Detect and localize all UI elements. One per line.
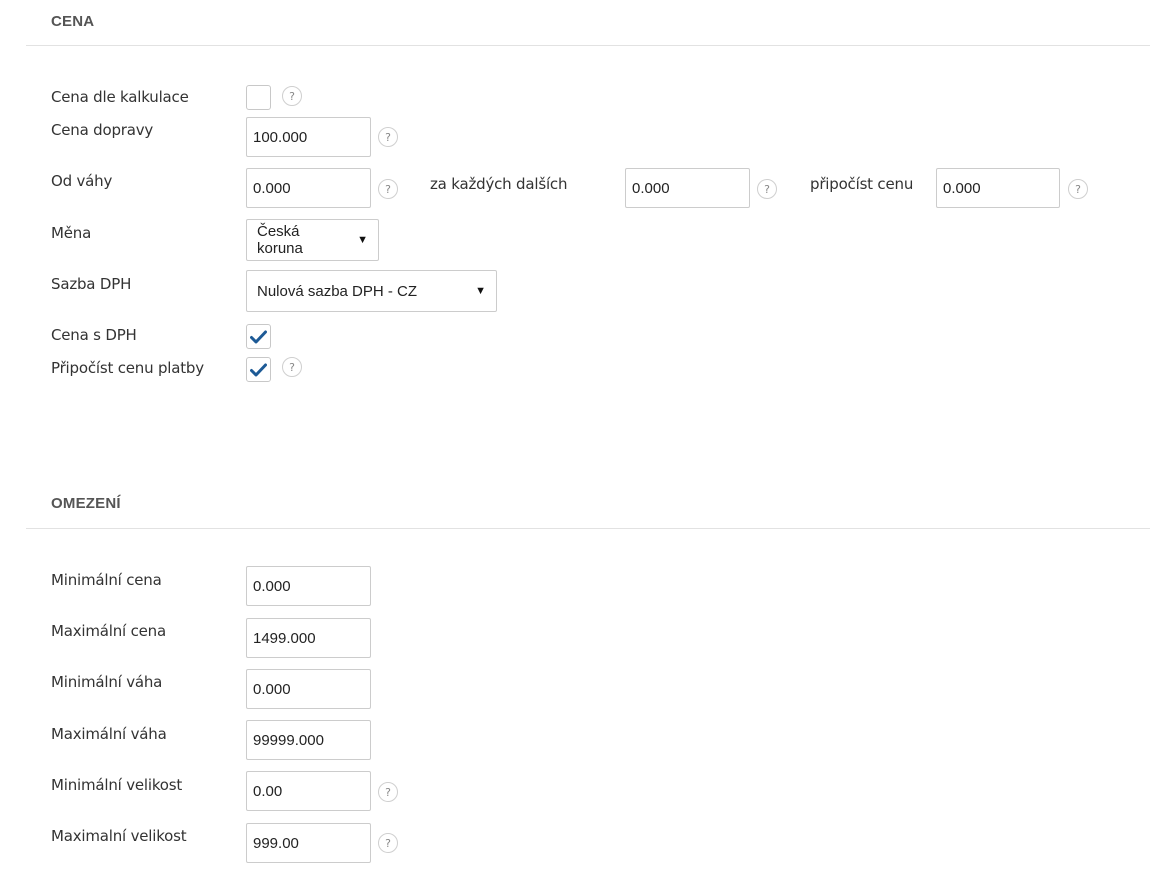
help-icon[interactable]: ? [378,833,398,853]
calc-price-label: Cena dle kalkulace [51,88,189,106]
max-price-input[interactable] [246,618,371,658]
currency-label: Měna [51,224,92,242]
max-size-input[interactable] [246,823,371,863]
max-weight-input[interactable] [246,720,371,760]
min-price-label: Minimální cena [51,571,162,589]
chevron-down-icon: ▼ [357,234,368,246]
add-payment-price-checkbox[interactable] [246,357,271,382]
price-with-vat-label: Cena s DPH [51,326,137,344]
shipping-price-label: Cena dopravy [51,121,154,139]
max-weight-label: Maximální váha [51,725,167,743]
currency-select-value: Česká koruna [257,223,303,257]
help-icon[interactable]: ? [378,127,398,147]
vat-rate-select-value: Nulová sazba DPH - CZ [257,282,418,300]
min-size-input[interactable] [246,771,371,811]
min-price-input[interactable] [246,566,371,606]
from-weight-label: Od váhy [51,172,113,190]
help-icon[interactable]: ? [282,86,302,106]
section-divider [26,45,1150,46]
vat-rate-label: Sazba DPH [51,275,132,293]
shipping-price-input[interactable] [246,117,371,157]
chevron-down-icon: ▼ [475,285,486,297]
min-weight-input[interactable] [246,669,371,709]
every-next-input[interactable] [625,168,750,208]
checkmark-icon [250,363,267,376]
add-price-label: připočíst cenu [810,175,914,193]
help-icon[interactable]: ? [282,357,302,377]
help-icon[interactable]: ? [757,179,777,199]
checkmark-icon [250,330,267,343]
every-next-label: za každých dalších [430,175,568,193]
add-payment-price-label: Připočíst cenu platby [51,359,204,377]
min-weight-label: Minimální váha [51,673,163,691]
max-price-label: Maximální cena [51,622,166,640]
currency-select[interactable]: Česká koruna ▼ [246,219,379,261]
section-divider [26,528,1150,529]
help-icon[interactable]: ? [378,179,398,199]
min-size-label: Minimální velikost [51,776,183,794]
section-title-limits: OMEZENÍ [51,495,121,512]
max-size-label: Maximalní velikost [51,827,187,845]
section-title-price: CENA [51,13,95,30]
calc-price-checkbox[interactable] [246,85,271,110]
from-weight-input[interactable] [246,168,371,208]
help-icon[interactable]: ? [378,782,398,802]
vat-rate-select[interactable]: Nulová sazba DPH - CZ ▼ [246,270,497,312]
price-with-vat-checkbox[interactable] [246,324,271,349]
help-icon[interactable]: ? [1068,179,1088,199]
add-price-input[interactable] [936,168,1060,208]
